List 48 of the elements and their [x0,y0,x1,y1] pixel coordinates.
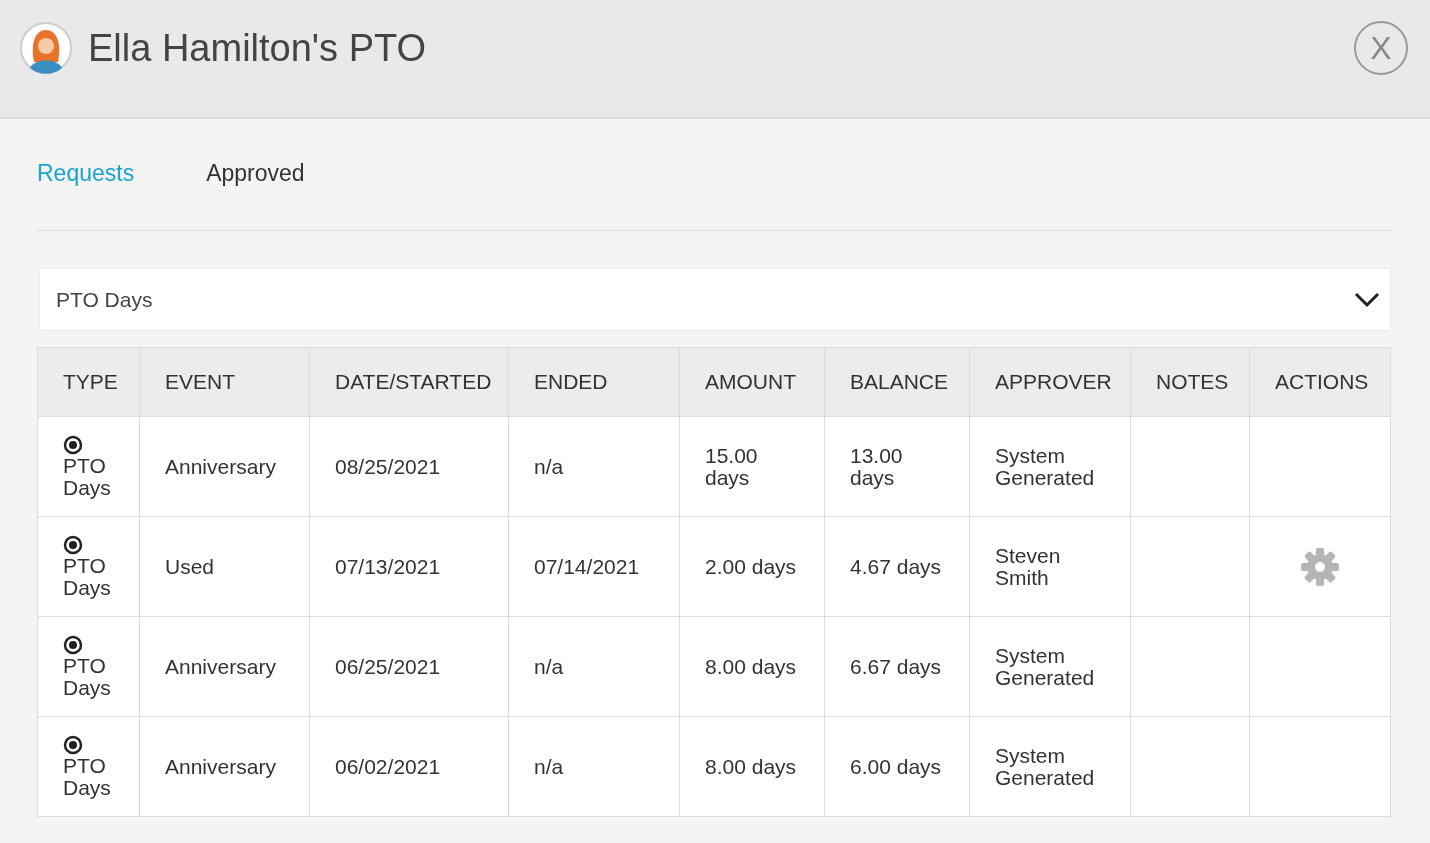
table-cell: System Generated [995,743,1095,789]
table-cell: System Generated [995,443,1095,489]
column-header: BALANCE [850,370,949,394]
table-cell: n/a [534,654,564,678]
column-header: EVENT [165,370,235,394]
table-cell: 8.00 days [705,654,797,678]
table-cell: 07/13/2021 [335,554,441,578]
table-cell: 6.00 days [850,754,942,778]
table-cell: Anniversary [165,454,276,478]
table-cell: 8.00 days [705,754,797,778]
table-cell: n/a [534,754,564,778]
table-cell: 15.00 days [705,443,758,489]
chevron-down-icon [1354,291,1380,308]
tab[interactable]: Approved [206,155,305,191]
column-header: DATE/STARTED [335,370,492,394]
table-cell: System Generated [995,643,1095,689]
table-cell: Steven Smith [995,543,1061,589]
table-cell: Used [165,554,215,578]
avatar-icon [20,21,72,74]
column-header: ENDED [534,370,608,394]
table-cell: 06/02/2021 [335,754,441,778]
settings-icon[interactable] [1300,546,1340,587]
circle-dot-icon [63,734,83,755]
circle-dot-icon [63,634,83,655]
table-cell-text: PTO Days [63,754,112,799]
table-cell: 2.00 days [705,554,797,578]
table-cell: 06/25/2021 [335,654,441,678]
table-cell: 13.00 days [850,443,903,489]
column-header: APPROVER [995,370,1112,394]
table-cell: 08/25/2021 [335,454,441,478]
column-header: TYPE [63,370,118,394]
window-title: Ella Hamilton's PTO [88,28,427,67]
dropdown-value: PTO Days [56,286,153,313]
column-header: ACTIONS [1275,370,1369,394]
circle-dot-icon [63,534,83,555]
type-dropdown[interactable]: PTO Days [40,269,1390,330]
table-cell: Anniversary [165,754,276,778]
column-header: NOTES [1156,370,1229,394]
column-header: AMOUNT [705,370,796,394]
table-cell-text: PTO Days [63,554,112,599]
table-cell-text: PTO Days [63,654,112,699]
table-cell: 6.67 days [850,654,942,678]
table-cell: Anniversary [165,654,276,678]
table-cell: 4.67 days [850,554,942,578]
circle-dot-icon [63,434,83,455]
table-cell: 07/14/2021 [534,554,640,578]
table-cell-text: PTO Days [63,454,112,499]
table-cell: n/a [534,454,564,478]
